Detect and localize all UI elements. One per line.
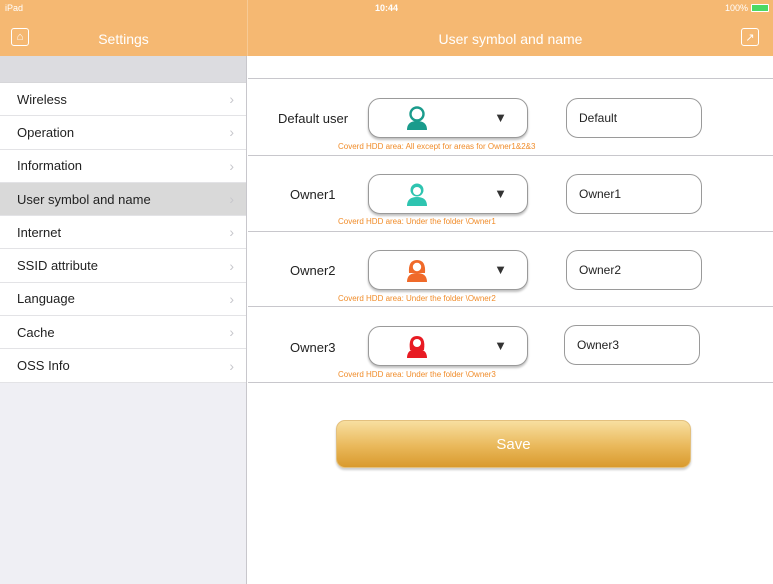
user-name-field[interactable]: Owner3 xyxy=(564,325,700,365)
user-name-field[interactable]: Owner1 xyxy=(566,174,702,214)
user-row-owner3: Owner3 ▼ Owner3 Coverd HDD area: Under t… xyxy=(248,306,773,379)
user-settings-panel: Default user ▼ Default Coverd HDD area: … xyxy=(248,56,773,584)
sidebar-item-user-symbol-and-name[interactable]: User symbol and name › xyxy=(0,182,246,217)
owner2-user-icon xyxy=(407,260,427,282)
chevron-right-icon: › xyxy=(229,357,234,374)
dropdown-arrow-icon: ▼ xyxy=(494,110,507,125)
share-button[interactable]: ↗ xyxy=(741,28,759,46)
share-icon: ↗ xyxy=(745,31,755,44)
user-label: Owner3 xyxy=(290,340,336,355)
chevron-right-icon: › xyxy=(229,290,234,307)
sidebar-item-label: User symbol and name xyxy=(17,191,151,207)
coverage-hint: Coverd HDD area: Under the folder \Owner… xyxy=(338,370,496,379)
coverage-hint: Coverd HDD area: Under the folder \Owner… xyxy=(338,217,496,226)
user-symbol-dropdown[interactable]: ▼ xyxy=(368,326,528,366)
chevron-right-icon: › xyxy=(229,124,234,141)
sidebar-item-label: Cache xyxy=(17,324,55,340)
navigation-bar: iPad 10:44 100% ⌂ Settings User symbol a… xyxy=(0,0,773,56)
owner3-user-icon xyxy=(407,336,427,358)
sidebar-item-label: SSID attribute xyxy=(17,258,98,274)
chevron-right-icon: › xyxy=(229,191,234,208)
sidebar-item-label: OSS Info xyxy=(17,358,70,374)
sidebar-item-oss-info[interactable]: OSS Info › xyxy=(0,349,246,383)
sidebar-item-label: Operation xyxy=(17,124,75,140)
owner1-user-icon xyxy=(407,183,427,206)
dropdown-arrow-icon: ▼ xyxy=(494,338,507,353)
user-name-field[interactable]: Owner2 xyxy=(566,250,702,290)
status-time: 10:44 xyxy=(374,3,399,13)
user-symbol-dropdown[interactable]: ▼ xyxy=(368,98,528,138)
save-button[interactable]: Save xyxy=(336,420,691,468)
divider xyxy=(248,382,773,383)
chevron-right-icon: › xyxy=(229,324,234,341)
dropdown-arrow-icon: ▼ xyxy=(494,186,507,201)
user-symbol-dropdown[interactable]: ▼ xyxy=(368,174,528,214)
sidebar-item-ssid-attribute[interactable]: SSID attribute › xyxy=(0,249,246,283)
coverage-hint: Coverd HDD area: Under the folder \Owner… xyxy=(338,294,496,303)
user-label: Default user xyxy=(278,111,349,126)
user-label: Owner2 xyxy=(290,263,336,278)
default-user-icon xyxy=(407,106,427,130)
coverage-hint: Coverd HDD area: All except for areas fo… xyxy=(338,142,536,151)
dropdown-arrow-icon: ▼ xyxy=(494,262,507,277)
battery-indicator: 100% xyxy=(725,3,769,13)
settings-menu: Wireless › Operation › Information › Use… xyxy=(0,82,246,383)
user-row-owner2: Owner2 ▼ Owner2 Coverd HDD area: Under t… xyxy=(248,231,773,303)
page-title: User symbol and name xyxy=(438,31,583,47)
user-row-owner1: Owner1 ▼ Owner1 Coverd HDD area: Under t… xyxy=(248,155,773,227)
sidebar-item-label: Wireless xyxy=(17,91,67,107)
user-row-default: Default user ▼ Default Coverd HDD area: … xyxy=(248,78,773,151)
sidebar-item-label: Information xyxy=(17,158,83,174)
user-label: Owner1 xyxy=(290,187,336,202)
sidebar-item-internet[interactable]: Internet › xyxy=(0,216,246,250)
sidebar-item-language[interactable]: Language › xyxy=(0,282,246,317)
chevron-right-icon: › xyxy=(229,257,234,274)
sidebar-header-gap xyxy=(0,56,246,82)
settings-sidebar: Wireless › Operation › Information › Use… xyxy=(0,56,247,584)
sidebar-item-operation[interactable]: Operation › xyxy=(0,116,246,150)
settings-title: Settings xyxy=(98,31,149,47)
sidebar-item-cache[interactable]: Cache › xyxy=(0,316,246,350)
chevron-right-icon: › xyxy=(229,224,234,241)
sidebar-item-label: Internet xyxy=(17,224,62,240)
chevron-right-icon: › xyxy=(229,91,234,108)
status-bar: iPad 10:44 100% xyxy=(0,0,773,18)
battery-icon xyxy=(751,4,769,12)
user-name-field[interactable]: Default xyxy=(566,98,702,138)
sidebar-item-wireless[interactable]: Wireless › xyxy=(0,83,246,117)
user-symbol-dropdown[interactable]: ▼ xyxy=(368,250,528,290)
nav-divider xyxy=(247,0,248,56)
sidebar-item-information[interactable]: Information › xyxy=(0,149,246,183)
battery-percentage: 100% xyxy=(724,3,748,13)
chevron-right-icon: › xyxy=(229,157,234,174)
sidebar-item-label: Language xyxy=(17,291,75,307)
